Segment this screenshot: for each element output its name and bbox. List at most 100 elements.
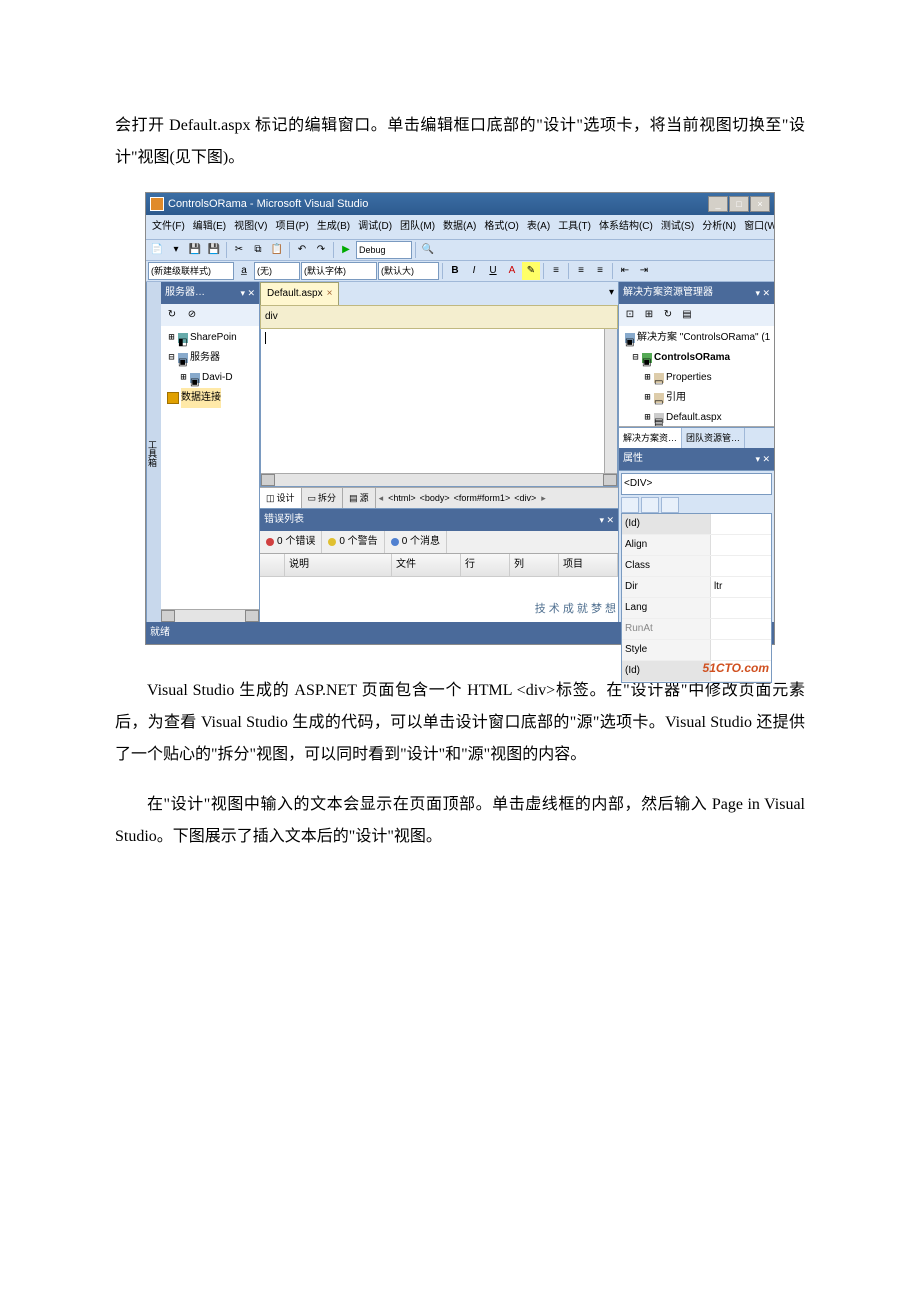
underline-icon[interactable]: U bbox=[484, 262, 502, 280]
solution-close-icon[interactable]: ▾ ✕ bbox=[755, 284, 770, 302]
align-icon[interactable]: ≡ bbox=[547, 262, 565, 280]
refresh-icon[interactable]: ↻ bbox=[163, 306, 181, 324]
sol-showall-icon[interactable]: ⊞ bbox=[640, 306, 658, 324]
props-close-icon[interactable]: ▾ ✕ bbox=[755, 450, 770, 468]
find-icon[interactable]: 🔍 bbox=[419, 241, 437, 259]
window-title: ControlsORama - Microsoft Visual Studio bbox=[168, 193, 708, 215]
messages-tab[interactable]: 0 个消息 bbox=[385, 531, 447, 553]
menu-format[interactable]: 格式(O) bbox=[480, 216, 522, 238]
props-page-icon[interactable] bbox=[661, 497, 679, 513]
format-toolbar: (新建级联样式) a̲ (无) (默认字体) (默认大) B I U A ✎ ≡… bbox=[146, 261, 774, 282]
copy-icon[interactable]: ⧉ bbox=[249, 241, 267, 259]
props-grid[interactable]: (Id) Align Class Dirltr Lang RunAt Style… bbox=[621, 513, 772, 683]
col-col[interactable]: 列 bbox=[510, 554, 559, 576]
tab-team[interactable]: 团队资源管… bbox=[682, 428, 745, 448]
menu-view[interactable]: 视图(V) bbox=[230, 216, 271, 238]
italic-icon[interactable]: I bbox=[465, 262, 483, 280]
minimize-button[interactable]: _ bbox=[708, 196, 728, 212]
highlight-icon[interactable]: ✎ bbox=[522, 262, 540, 280]
font-select[interactable]: (默认字体) bbox=[301, 262, 377, 280]
menu-build[interactable]: 生成(B) bbox=[313, 216, 354, 238]
tab-solution[interactable]: 解决方案资… bbox=[619, 428, 682, 448]
indent-icon[interactable]: ⇥ bbox=[635, 262, 653, 280]
save-all-icon[interactable]: 💾 bbox=[205, 241, 223, 259]
error-grid[interactable]: 说明 文件 行 列 项目 技 术 成 就 梦 想 bbox=[260, 554, 618, 622]
ul-icon[interactable]: ≡ bbox=[591, 262, 609, 280]
sol-props-icon[interactable]: ⊡ bbox=[621, 306, 639, 324]
crumb-form[interactable]: <form#form1> bbox=[452, 489, 513, 507]
scroll-right-icon[interactable] bbox=[245, 610, 259, 622]
col-proj[interactable]: 项目 bbox=[559, 554, 618, 576]
design-surface[interactable] bbox=[260, 329, 618, 487]
vscroll[interactable] bbox=[604, 329, 617, 474]
menu-arch[interactable]: 体系结构(C) bbox=[595, 216, 657, 238]
menu-debug[interactable]: 调试(D) bbox=[354, 216, 396, 238]
tab-list-icon[interactable]: ▾ bbox=[605, 282, 618, 305]
menu-file[interactable]: 文件(F) bbox=[148, 216, 189, 238]
scroll-left-icon[interactable] bbox=[161, 610, 175, 622]
watermark-text: 技 术 成 就 梦 想 bbox=[535, 598, 616, 620]
server-tree[interactable]: ⊞◧SharePoin ⊟▣服务器 ⊞▣Davi-D 数据连接 bbox=[161, 326, 259, 609]
errors-tab[interactable]: 0 个错误 bbox=[260, 531, 322, 553]
crumb-html[interactable]: <html> bbox=[386, 489, 418, 507]
menu-team[interactable]: 团队(M) bbox=[396, 216, 439, 238]
warnings-tab[interactable]: 0 个警告 bbox=[322, 531, 384, 553]
tab-split[interactable]: ▭拆分 bbox=[302, 488, 344, 508]
panel-pin-icon[interactable]: ▾ ✕ bbox=[240, 284, 255, 302]
crumb-div[interactable]: <div> bbox=[512, 489, 538, 507]
menu-tools[interactable]: 工具(T) bbox=[554, 216, 595, 238]
props-object-select[interactable]: <DIV> bbox=[621, 473, 772, 495]
css-icon[interactable]: a̲ bbox=[235, 262, 253, 280]
size-select[interactable]: (默认大) bbox=[378, 262, 439, 280]
rule-select[interactable]: (无) bbox=[254, 262, 300, 280]
paragraph-3: 在"设计"视图中输入的文本会显示在页面顶部。单击虚线框的内部，然后输入 Page… bbox=[115, 789, 805, 853]
col-line[interactable]: 行 bbox=[461, 554, 510, 576]
intro-paragraph: 会打开 Default.aspx 标记的编辑窗口。单击编辑框口底部的"设计"选项… bbox=[115, 110, 805, 174]
view-switcher: ◫设计 ▭拆分 ▤源 ◂ <html> <body> <form#form1> … bbox=[260, 487, 618, 508]
crumb-body[interactable]: <body> bbox=[418, 489, 452, 507]
close-button[interactable]: × bbox=[750, 196, 770, 212]
maximize-button[interactable]: □ bbox=[729, 196, 749, 212]
bold-icon[interactable]: B bbox=[446, 262, 464, 280]
new-project-icon[interactable]: 📄 bbox=[148, 241, 166, 259]
props-az-icon[interactable] bbox=[641, 497, 659, 513]
tab-source[interactable]: ▤源 bbox=[343, 488, 376, 508]
menu-project[interactable]: 项目(P) bbox=[271, 216, 312, 238]
save-icon[interactable]: 💾 bbox=[186, 241, 204, 259]
outdent-icon[interactable]: ⇤ bbox=[616, 262, 634, 280]
menu-edit[interactable]: 编辑(E) bbox=[189, 216, 230, 238]
ol-icon[interactable]: ≡ bbox=[572, 262, 590, 280]
menu-analyze[interactable]: 分析(N) bbox=[698, 216, 740, 238]
open-icon[interactable]: ▾ bbox=[167, 241, 185, 259]
paste-icon[interactable]: 📋 bbox=[268, 241, 286, 259]
paragraph-2: Visual Studio 生成的 ASP.NET 页面包含一个 HTML <d… bbox=[115, 675, 805, 771]
fontcolor-icon[interactable]: A bbox=[503, 262, 521, 280]
col-file[interactable]: 文件 bbox=[392, 554, 461, 576]
hscroll-right-icon[interactable] bbox=[603, 474, 617, 486]
errorlist-close-icon[interactable]: ▾ ✕ bbox=[599, 511, 614, 529]
undo-icon[interactable]: ↶ bbox=[293, 241, 311, 259]
sol-nest-icon[interactable]: ▤ bbox=[678, 306, 696, 324]
redo-icon[interactable]: ↷ bbox=[312, 241, 330, 259]
menu-bar: 文件(F) 编辑(E) 视图(V) 项目(P) 生成(B) 调试(D) 团队(M… bbox=[146, 215, 774, 240]
sol-refresh-icon[interactable]: ↻ bbox=[659, 306, 677, 324]
cut-icon[interactable]: ✂ bbox=[230, 241, 248, 259]
menu-table[interactable]: 表(A) bbox=[523, 216, 554, 238]
menu-window[interactable]: 窗口(W) bbox=[740, 216, 774, 238]
menu-test[interactable]: 测试(S) bbox=[657, 216, 698, 238]
toolbox-tab[interactable]: 工具箱 bbox=[146, 282, 161, 622]
document-tab-label: Default.aspx bbox=[267, 284, 323, 304]
menu-data[interactable]: 数据(A) bbox=[439, 216, 480, 238]
close-tab-icon[interactable]: × bbox=[327, 284, 333, 304]
tab-design[interactable]: ◫设计 bbox=[260, 488, 302, 508]
col-desc[interactable]: 说明 bbox=[285, 554, 392, 576]
run-icon[interactable]: ▶ bbox=[337, 241, 355, 259]
solution-tree[interactable]: ▣解决方案 "ControlsORama" (1 ⊟▣ControlsORama… bbox=[619, 326, 774, 426]
style-select[interactable]: (新建级联样式) bbox=[148, 262, 234, 280]
hscroll-left-icon[interactable] bbox=[261, 474, 275, 486]
props-cat-icon[interactable] bbox=[621, 497, 639, 513]
document-tab[interactable]: Default.aspx × bbox=[260, 282, 339, 305]
vs-screenshot: ControlsORama - Microsoft Visual Studio … bbox=[145, 192, 775, 645]
stop-icon[interactable]: ⊘ bbox=[183, 306, 201, 324]
config-select[interactable]: Debug bbox=[356, 241, 412, 259]
